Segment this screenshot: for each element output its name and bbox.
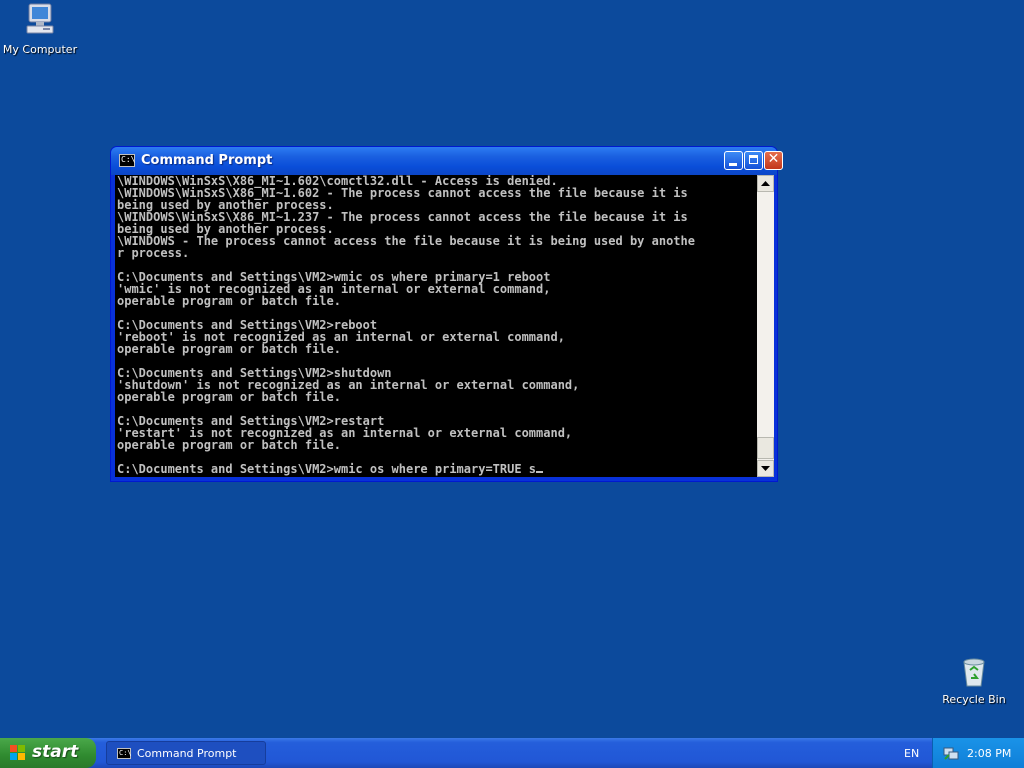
arrow-up-icon [761, 181, 770, 186]
start-button[interactable]: start [0, 738, 96, 768]
my-computer-label: My Computer [2, 43, 78, 56]
text-cursor [536, 471, 544, 473]
scrollbar-thumb[interactable] [757, 437, 774, 459]
console-text: \WINDOWS\WinSxS\X86_MI~1.602\comctl32.dl… [117, 175, 695, 476]
window-titlebar[interactable]: C:\ Command Prompt ✕ [111, 147, 783, 175]
windows-flag-icon [10, 745, 26, 761]
console-icon: C:\ [117, 748, 132, 759]
console-output[interactable]: \WINDOWS\WinSxS\X86_MI~1.602\comctl32.dl… [115, 175, 757, 477]
my-computer-icon [26, 3, 54, 34]
start-label: start [32, 742, 79, 762]
minimize-icon [729, 163, 737, 166]
scroll-up-button[interactable] [757, 175, 774, 192]
clock[interactable]: 2:08 PM [967, 747, 1011, 760]
close-button[interactable]: ✕ [764, 151, 783, 170]
minimize-button[interactable] [724, 151, 743, 170]
system-tray: 2:08 PM [932, 738, 1024, 768]
command-prompt-window[interactable]: C:\ Command Prompt ✕ \WINDOWS\WinSxS\X86… [110, 146, 783, 482]
taskbar-item-command-prompt[interactable]: C:\ Command Prompt [106, 741, 266, 765]
my-computer-shortcut[interactable]: My Computer [0, 2, 80, 56]
language-indicator[interactable]: EN [904, 747, 919, 760]
network-icon[interactable] [943, 745, 959, 761]
console-icon: C:\ [119, 154, 135, 167]
console-icon-text: C:\ [121, 155, 136, 164]
recycle-bin-label: Recycle Bin [942, 693, 1006, 706]
close-icon: ✕ [767, 151, 780, 167]
console-icon-text: C:\ [119, 749, 132, 757]
desktop: My Computer Recycle Bin C:\ Command Prom… [0, 0, 1024, 738]
taskbar-item-label: Command Prompt [137, 747, 237, 760]
maximize-icon [749, 155, 758, 164]
scroll-down-button[interactable] [757, 460, 774, 477]
taskbar: start C:\ Command Prompt EN 2:08 PM [0, 738, 1024, 768]
recycle-bin-shortcut[interactable]: Recycle Bin [934, 656, 1014, 706]
vertical-scrollbar[interactable] [757, 175, 774, 477]
window-title: Command Prompt [141, 153, 273, 168]
maximize-button[interactable] [744, 151, 763, 170]
arrow-down-icon [761, 466, 770, 471]
recycle-bin-icon [963, 658, 985, 687]
